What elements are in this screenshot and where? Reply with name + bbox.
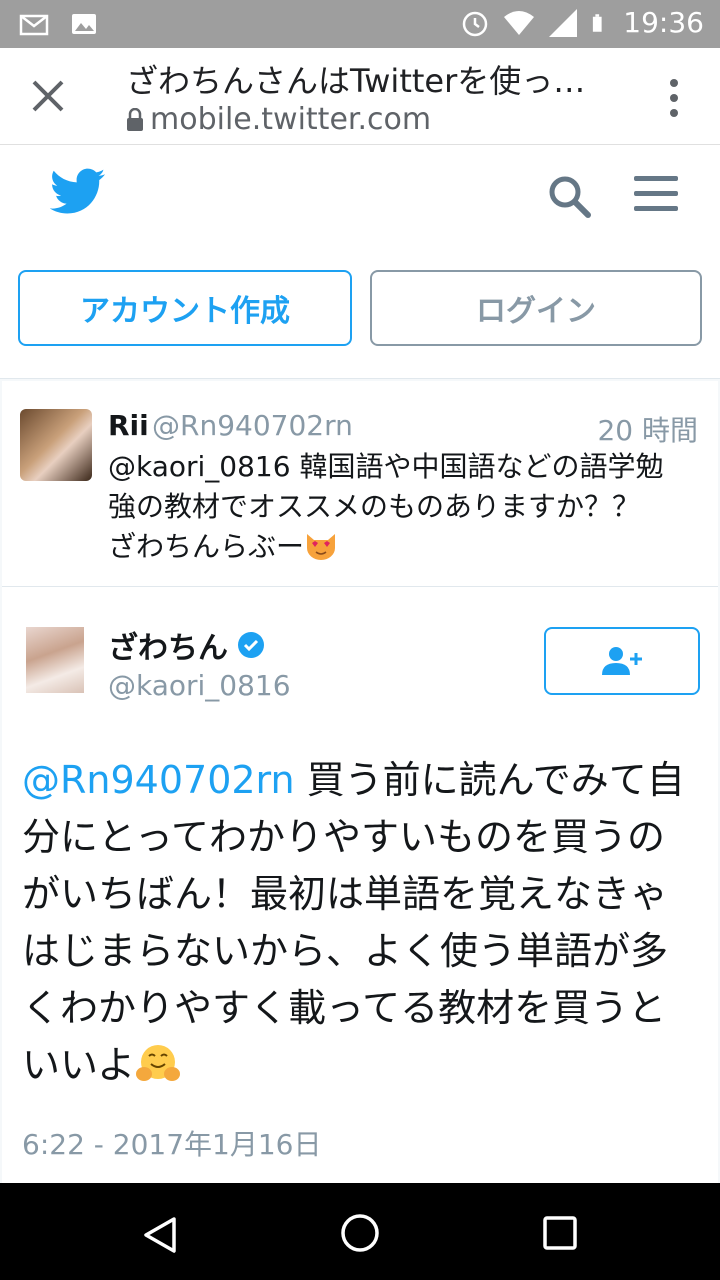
battery-icon [593, 13, 602, 32]
reply-tweet[interactable]: Rii @Rn940702rn 20 時間 @kaori_0816 韓国語や中国… [2, 381, 718, 587]
navigation-bar [0, 1183, 720, 1280]
tweet-author[interactable]: ざわちん [108, 623, 266, 667]
clock: 19:36 [623, 6, 704, 39]
login-button[interactable]: ログイン [370, 270, 702, 346]
main-tweet: ざわちん @kaori_0816 @Rn940702rn 買う前に読んでみて自分… [2, 587, 718, 1184]
recent-apps-icon[interactable] [542, 1215, 578, 1251]
tweet-thread: Rii @Rn940702rn 20 時間 @kaori_0816 韓国語や中国… [0, 378, 720, 1184]
browser-bar: ざわちんさんはTwitterを使っ… mobile.twitter.com [0, 48, 720, 145]
wifi-icon [504, 10, 535, 35]
lock-icon [127, 107, 143, 131]
tweet-author-handle[interactable]: @Rn940702rn [152, 409, 353, 442]
tweet-author-handle[interactable]: @kaori_0816 [108, 669, 291, 702]
search-icon[interactable] [546, 173, 592, 219]
avatar[interactable] [20, 409, 92, 481]
verified-badge-icon [238, 632, 264, 658]
tweet-body: 買う前に読んでみて自分にとってわかりやすいものを買うのがいちばん！最初は単語を覚… [22, 758, 685, 1087]
tweet-author-name[interactable]: Rii [108, 409, 149, 442]
image-icon [72, 14, 96, 34]
avatar[interactable] [26, 627, 84, 693]
home-icon[interactable] [338, 1211, 382, 1255]
hugging-face-emoji-icon [136, 1045, 181, 1081]
page-url[interactable]: mobile.twitter.com [126, 102, 431, 137]
tweet-text: @kaori_0816 韓国語や中国語などの語学勉 強の教材でオススメのものあり… [108, 447, 698, 567]
hamburger-menu-icon[interactable] [632, 173, 680, 213]
tweet-text-line1: 韓国語や中国語などの語学勉 [290, 450, 664, 483]
twitter-bird-icon[interactable] [50, 167, 106, 217]
tweet-author-name: ざわちん [108, 631, 228, 666]
tweet-time[interactable]: 20 時間 [597, 409, 698, 449]
page-title: ざわちんさんはTwitterを使っ… [126, 62, 586, 100]
signup-button[interactable]: アカウント作成 [18, 270, 352, 346]
mail-icon [19, 14, 49, 36]
heart-eyes-cat-emoji-icon [307, 534, 336, 560]
tweet-timestamp[interactable]: 6:22 - 2017年1月16日 [22, 1123, 321, 1163]
url-text: mobile.twitter.com [150, 102, 432, 137]
tweet-text-line3: ざわちんらぶー [108, 530, 305, 563]
back-icon[interactable] [140, 1215, 180, 1255]
more-options-icon[interactable] [668, 78, 680, 118]
mention-link[interactable]: @Rn940702rn [22, 758, 295, 802]
mention-link[interactable]: @kaori_0816 [108, 450, 291, 483]
follow-button[interactable] [544, 627, 700, 695]
signal-icon [549, 8, 578, 37]
twitter-header [0, 145, 720, 255]
tweet-text-line2: 強の教材でオススメのものありますか？？ [108, 490, 641, 523]
alarm-icon [463, 11, 488, 36]
add-user-icon [602, 647, 642, 675]
tweet-text: @Rn940702rn 買う前に読んでみて自分にとってわかりやすいものを買うのが… [22, 752, 702, 1094]
status-bar: 19:36 [0, 0, 720, 48]
close-icon[interactable] [28, 76, 68, 116]
